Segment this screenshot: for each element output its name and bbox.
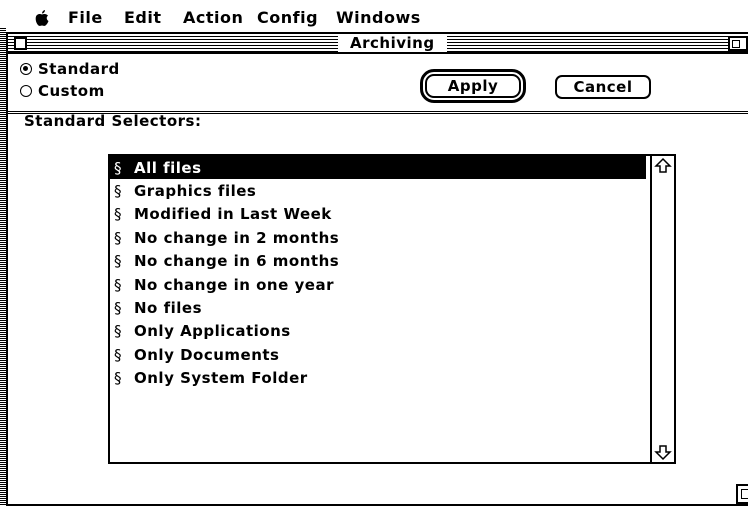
list-item[interactable]: § No files (110, 296, 646, 319)
scroll-up-arrow-icon[interactable] (654, 157, 672, 175)
title-bar[interactable]: Archiving (8, 34, 748, 54)
selectors-list-items: § All files § Graphics files § Modified in La… (110, 156, 646, 390)
list-item-label: Modified in Last Week (134, 205, 332, 224)
radio-custom-label: Custom (38, 82, 105, 100)
list-item-marker: § (114, 205, 122, 224)
list-item[interactable]: § No change in 6 months (110, 250, 646, 273)
zoom-box[interactable] (728, 36, 748, 51)
list-item-label: No change in 6 months (134, 252, 340, 271)
radio-standard-indicator[interactable] (20, 63, 32, 75)
list-item-marker: § (114, 299, 122, 318)
list-item[interactable]: § All files (110, 156, 646, 180)
menu-file[interactable]: File (68, 8, 103, 28)
list-item-label: All files (134, 158, 202, 177)
close-box[interactable] (14, 37, 27, 50)
cancel-button[interactable]: Cancel (555, 75, 651, 99)
menu-windows[interactable]: Windows (336, 8, 421, 28)
options-panel: Standard Custom Apply Cancel (8, 54, 748, 114)
list-item-label: Only Documents (134, 345, 280, 364)
list-item[interactable]: § Only Documents (110, 343, 646, 366)
menu-action[interactable]: Action (183, 8, 243, 28)
selectors-list[interactable]: § All files § Graphics files § Modified in La… (108, 154, 676, 464)
list-item[interactable]: § Modified in Last Week (110, 203, 646, 226)
grow-box[interactable] (736, 484, 748, 504)
scroll-down-arrow-icon[interactable] (654, 443, 672, 461)
menu-edit[interactable]: Edit (124, 8, 162, 28)
window-title: Archiving (338, 35, 447, 52)
list-scrollbar[interactable] (650, 156, 674, 462)
selectors-heading: Standard Selectors: (24, 112, 202, 130)
list-item-label: No files (134, 299, 202, 318)
list-item-label: Only System Folder (134, 369, 308, 388)
radio-standard-label: Standard (38, 60, 120, 78)
archiving-window: Archiving Standard Custom Apply Cancel S… (6, 32, 748, 506)
radio-custom-indicator[interactable] (20, 85, 32, 97)
apple-logo-icon[interactable] (34, 9, 50, 27)
list-item[interactable]: § No change in one year (110, 273, 646, 296)
list-item-label: Graphics files (134, 182, 257, 201)
apply-button[interactable]: Apply (420, 69, 526, 103)
list-item-marker: § (114, 252, 122, 271)
list-item-marker: § (114, 158, 122, 177)
radio-custom[interactable]: Custom (20, 82, 105, 100)
menu-config[interactable]: Config (257, 8, 318, 28)
list-item-label: No change in 2 months (134, 228, 340, 247)
list-item[interactable]: § Only System Folder (110, 367, 646, 390)
list-item-label: Only Applications (134, 322, 291, 341)
list-item[interactable]: § No change in 2 months (110, 226, 646, 249)
list-item-marker: § (114, 182, 122, 201)
menu-bar: File Edit Action Config Windows (0, 0, 748, 30)
radio-standard[interactable]: Standard (20, 60, 120, 78)
list-item-marker: § (114, 228, 122, 247)
list-item-marker: § (114, 369, 122, 388)
list-item-marker: § (114, 345, 122, 364)
list-item[interactable]: § Only Applications (110, 320, 646, 343)
list-item-marker: § (114, 275, 122, 294)
list-item-label: No change in one year (134, 275, 334, 294)
list-item[interactable]: § Graphics files (110, 179, 646, 202)
list-item-marker: § (114, 322, 122, 341)
